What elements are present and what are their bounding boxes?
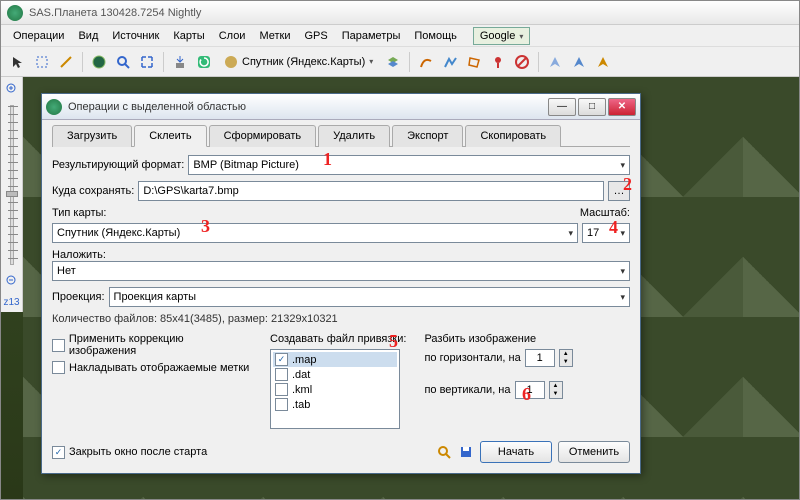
maptype-select[interactable]: Спутник (Яндекс.Карты)	[52, 223, 578, 243]
menu-help[interactable]: Помощь	[408, 28, 463, 44]
split-v-spinner[interactable]: ▲▼	[549, 381, 563, 399]
menu-operations[interactable]: Операции	[7, 28, 70, 44]
binding-opt-map[interactable]: ✓.map	[273, 352, 397, 367]
selection-ops-dialog: Операции с выделенной областью — □ ✕ Заг…	[41, 93, 641, 474]
dialog-titlebar[interactable]: Операции с выделенной областью — □ ✕	[42, 94, 640, 120]
save-path-input[interactable]: D:\GPS\karta7.bmp	[138, 181, 604, 201]
fullscreen-icon[interactable]	[136, 51, 158, 73]
split-h-input[interactable]: 1	[525, 349, 555, 367]
app-icon	[7, 5, 23, 21]
maximize-button[interactable]: □	[578, 98, 606, 116]
tab-copy[interactable]: Скопировать	[465, 125, 561, 147]
zoom-icon[interactable]	[112, 51, 134, 73]
selection-tool-icon[interactable]	[31, 51, 53, 73]
overlay-select[interactable]: Нет	[52, 261, 630, 281]
checkbox-icon	[52, 361, 65, 374]
scale-select[interactable]: 17	[582, 223, 630, 243]
dialog-title: Операции с выделенной областью	[68, 101, 546, 113]
tab-delete[interactable]: Удалить	[318, 125, 390, 147]
overlay-marks-checkbox[interactable]: Накладывать отображаемые метки	[52, 361, 252, 374]
binding-opt-dat[interactable]: .dat	[273, 367, 397, 382]
zoom-slider[interactable]	[10, 105, 14, 265]
projection-label: Проекция:	[52, 291, 105, 303]
measure-tool-icon[interactable]	[55, 51, 77, 73]
map-source-dropdown[interactable]: Спутник (Яндекс.Карты)	[217, 52, 380, 72]
browse-button[interactable]: …	[608, 181, 630, 201]
menu-params[interactable]: Параметры	[336, 28, 407, 44]
main-window: SAS.Планета 130428.7254 Nightly Операции…	[0, 0, 800, 500]
globe-icon[interactable]	[88, 51, 110, 73]
menu-view[interactable]: Вид	[72, 28, 104, 44]
menubar: Операции Вид Источник Карты Слои Метки G…	[1, 25, 799, 47]
dialog-tabs: Загрузить Склеить Сформировать Удалить Э…	[52, 124, 630, 147]
save-path-label: Куда сохранять:	[52, 185, 134, 197]
maptype-label: Тип карты:	[52, 207, 106, 219]
polygon-icon[interactable]	[463, 51, 485, 73]
tab-export[interactable]: Экспорт	[392, 125, 463, 147]
tile-info: Количество файлов: 85x41(3485), размер: …	[52, 313, 630, 325]
menu-gps[interactable]: GPS	[299, 28, 334, 44]
dialog-icon	[46, 99, 62, 115]
path-icon[interactable]	[439, 51, 461, 73]
save-disk-icon[interactable]	[458, 444, 474, 460]
gps-icon-2[interactable]	[568, 51, 590, 73]
stop-icon[interactable]	[511, 51, 533, 73]
split-image-label: Разбить изображение	[424, 333, 572, 345]
zoom-slider-thumb[interactable]	[6, 191, 18, 197]
checkbox-icon	[52, 339, 65, 352]
format-label: Результирующий формат:	[52, 159, 184, 171]
split-v-input[interactable]: 1	[515, 381, 545, 399]
layers-icon[interactable]	[382, 51, 404, 73]
app-title: SAS.Планета 130428.7254 Nightly	[29, 7, 201, 19]
split-v-label: по вертикали, на	[424, 384, 510, 396]
toolbar: Спутник (Яндекс.Карты)	[1, 47, 799, 77]
menu-maps[interactable]: Карты	[167, 28, 210, 44]
gps-icon-1[interactable]	[544, 51, 566, 73]
main-titlebar: SAS.Планета 130428.7254 Nightly	[1, 1, 799, 25]
refresh-icon[interactable]	[193, 51, 215, 73]
overlay-label: Наложить:	[52, 249, 106, 261]
map-source-label: Спутник (Яндекс.Карты)	[242, 56, 365, 68]
binding-opt-tab[interactable]: .tab	[273, 397, 397, 412]
pointer-tool-icon[interactable]	[7, 51, 29, 73]
menu-layers[interactable]: Слои	[213, 28, 252, 44]
route-icon[interactable]	[415, 51, 437, 73]
close-button[interactable]: ✕	[608, 98, 636, 116]
format-select[interactable]: BMP (Bitmap Picture)	[188, 155, 630, 175]
checkbox-icon: ✓	[52, 446, 65, 459]
zoom-in-icon[interactable]	[4, 81, 20, 97]
download-icon[interactable]	[169, 51, 191, 73]
binding-file-list[interactable]: ✓.map .dat .kml .tab	[270, 349, 400, 429]
scale-label: Масштаб:	[580, 207, 630, 219]
menu-source[interactable]: Источник	[106, 28, 165, 44]
zoom-level-label: z13	[3, 297, 19, 308]
menu-google-dropdown[interactable]: Google	[473, 27, 531, 45]
close-after-checkbox[interactable]: ✓ Закрыть окно после старта	[52, 446, 207, 459]
tab-stitch[interactable]: Склеить	[134, 125, 206, 147]
split-h-spinner[interactable]: ▲▼	[559, 349, 573, 367]
minimize-button[interactable]: —	[548, 98, 576, 116]
pin-icon[interactable]	[487, 51, 509, 73]
satellite-icon	[224, 55, 238, 69]
zoom-tool-icon[interactable]	[436, 444, 452, 460]
menu-marks[interactable]: Метки	[253, 28, 296, 44]
split-h-label: по горизонтали, на	[424, 352, 520, 364]
cancel-button[interactable]: Отменить	[558, 441, 630, 463]
start-button[interactable]: Начать	[480, 441, 552, 463]
left-toolbar: z13	[1, 77, 23, 312]
zoom-out-icon[interactable]	[4, 273, 20, 289]
tab-build[interactable]: Сформировать	[209, 125, 317, 147]
projection-select[interactable]: Проекция карты	[109, 287, 630, 307]
binding-file-label: Создавать файл привязки:	[270, 333, 406, 345]
tab-load[interactable]: Загрузить	[52, 125, 132, 147]
apply-correction-checkbox[interactable]: Применить коррекцию изображения	[52, 333, 252, 357]
gps-icon-3[interactable]	[592, 51, 614, 73]
binding-opt-kml[interactable]: .kml	[273, 382, 397, 397]
